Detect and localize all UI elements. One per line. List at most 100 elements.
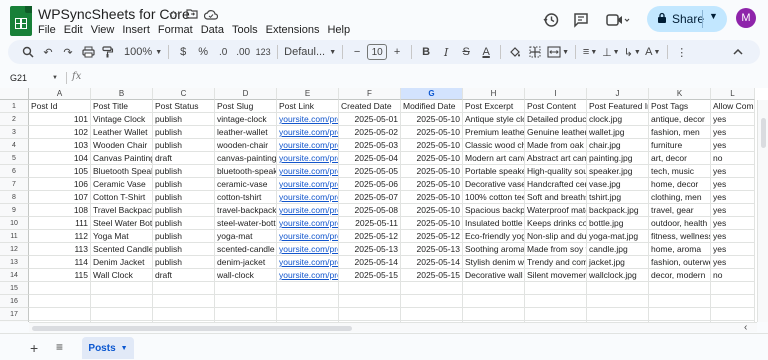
table-cell[interactable]: publish [153, 217, 215, 230]
table-cell[interactable]: fitness, wellness [649, 230, 711, 243]
cloud-status-icon[interactable] [203, 9, 219, 23]
table-cell[interactable]: scented-candle [215, 243, 277, 256]
table-cell[interactable]: yes [711, 230, 755, 243]
paint-format-icon[interactable] [98, 42, 118, 62]
table-cell[interactable]: yoursite.com/pro [277, 217, 339, 230]
row-header[interactable]: 2 [0, 113, 29, 126]
column-header[interactable]: G [401, 88, 463, 100]
row-header[interactable]: 3 [0, 126, 29, 139]
table-cell[interactable]: Classic wood ch [463, 139, 525, 152]
table-cell[interactable]: Yoga Mat [91, 230, 153, 243]
table-cell[interactable]: jacket.jpg [587, 256, 649, 269]
row-header[interactable]: 4 [0, 139, 29, 152]
table-cell[interactable]: chair.jpg [587, 139, 649, 152]
table-cell[interactable] [401, 295, 463, 308]
increase-font-size-button[interactable]: + [387, 42, 407, 62]
undo-icon[interactable]: ↶ [38, 42, 58, 62]
table-cell[interactable]: clock.jpg [587, 113, 649, 126]
column-header[interactable]: B [91, 88, 153, 100]
table-cell[interactable]: 2025-05-10 [401, 126, 463, 139]
table-cell[interactable] [711, 308, 755, 321]
row-header[interactable]: 8 [0, 191, 29, 204]
table-cell[interactable] [277, 308, 339, 321]
table-cell[interactable]: Premium leather [463, 126, 525, 139]
table-cell[interactable]: Wooden Chair [91, 139, 153, 152]
table-cell[interactable]: yoursite.com/pro [277, 243, 339, 256]
table-cell[interactable]: Modern art canv [463, 152, 525, 165]
table-cell[interactable]: 2025-05-12 [401, 230, 463, 243]
table-cell[interactable]: Vintage Clock [91, 113, 153, 126]
table-cell[interactable]: 102 [29, 126, 91, 139]
table-cell[interactable]: publish [153, 204, 215, 217]
table-cell[interactable]: bluetooth-speake [215, 165, 277, 178]
vertical-align-icon[interactable]: ⊥ ▼ [600, 42, 622, 62]
format-currency-button[interactable]: $ [173, 42, 193, 62]
column-header[interactable]: D [215, 88, 277, 100]
sheets-logo[interactable] [10, 6, 32, 36]
search-menus-icon[interactable] [18, 42, 38, 62]
table-cell[interactable]: furniture [649, 139, 711, 152]
table-cell[interactable]: Soft and breaths [525, 191, 587, 204]
table-cell[interactable]: 2025-05-03 [339, 139, 401, 152]
table-cell[interactable]: 2025-05-08 [339, 204, 401, 217]
table-cell[interactable]: no [711, 152, 755, 165]
row-header[interactable]: 1 [0, 100, 29, 113]
table-cell[interactable]: outdoor, health [649, 217, 711, 230]
table-cell[interactable]: 114 [29, 256, 91, 269]
table-cell[interactable]: draft [153, 269, 215, 282]
more-options-icon[interactable]: ⋮ [672, 42, 692, 62]
star-icon[interactable]: ☆ [168, 8, 179, 22]
table-cell[interactable]: Bluetooth Speak [91, 165, 153, 178]
table-cell[interactable]: tshirt.jpg [587, 191, 649, 204]
table-cell[interactable] [463, 308, 525, 321]
font-select[interactable]: Defaul... ▼ [282, 42, 338, 62]
table-cell[interactable]: yoursite.com/pro [277, 165, 339, 178]
table-cell[interactable]: yes [711, 113, 755, 126]
table-cell[interactable] [29, 308, 91, 321]
table-cell[interactable]: 2025-05-10 [401, 165, 463, 178]
table-cell[interactable]: 2025-05-15 [401, 269, 463, 282]
table-cell[interactable]: tech, music [649, 165, 711, 178]
table-cell[interactable]: Decorative vase [463, 178, 525, 191]
table-cell[interactable]: candle.jpg [587, 243, 649, 256]
font-size-input[interactable]: 10 [367, 44, 388, 60]
table-cell[interactable] [587, 282, 649, 295]
table-cell[interactable]: 100% cotton tee [463, 191, 525, 204]
menu-edit[interactable]: Edit [60, 24, 87, 36]
table-cell[interactable]: yoursite.com/pro [277, 178, 339, 191]
table-cell[interactable] [277, 295, 339, 308]
table-cell[interactable] [215, 282, 277, 295]
horizontal-scrollbar[interactable] [29, 322, 757, 332]
menu-tools[interactable]: Tools [228, 24, 262, 36]
table-cell[interactable] [153, 282, 215, 295]
table-cell[interactable]: wallet.jpg [587, 126, 649, 139]
table-cell[interactable] [587, 295, 649, 308]
menu-format[interactable]: Format [154, 24, 197, 36]
table-cell[interactable]: 2025-05-10 [401, 204, 463, 217]
table-cell[interactable]: Detailed product [525, 113, 587, 126]
table-cell[interactable]: Leather Wallet [91, 126, 153, 139]
table-cell[interactable]: Abstract art cam [525, 152, 587, 165]
table-cell[interactable]: 2025-05-10 [401, 191, 463, 204]
table-cell[interactable]: yes [711, 178, 755, 191]
bold-button[interactable]: B [416, 42, 436, 62]
row-header[interactable]: 16 [0, 295, 29, 308]
table-cell[interactable]: yes [711, 243, 755, 256]
header-cell[interactable]: Created Date [339, 100, 401, 113]
table-cell[interactable]: wooden-chair [215, 139, 277, 152]
table-cell[interactable]: yes [711, 256, 755, 269]
table-cell[interactable]: Steel Water Bott [91, 217, 153, 230]
text-color-button[interactable]: A [476, 42, 496, 62]
sheet-tab-posts[interactable]: Posts ▼ [82, 337, 134, 359]
column-header[interactable]: C [153, 88, 215, 100]
table-cell[interactable]: 106 [29, 178, 91, 191]
column-header[interactable]: F [339, 88, 401, 100]
table-cell[interactable]: Decorative wall c [463, 269, 525, 282]
table-cell[interactable]: clothing, men [649, 191, 711, 204]
row-header[interactable]: 13 [0, 256, 29, 269]
table-cell[interactable] [711, 295, 755, 308]
header-cell[interactable]: Allow Comm [711, 100, 755, 113]
table-cell[interactable]: denim-jacket [215, 256, 277, 269]
table-cell[interactable]: cotton-tshirt [215, 191, 277, 204]
table-cell[interactable]: yoga-mat.jpg [587, 230, 649, 243]
